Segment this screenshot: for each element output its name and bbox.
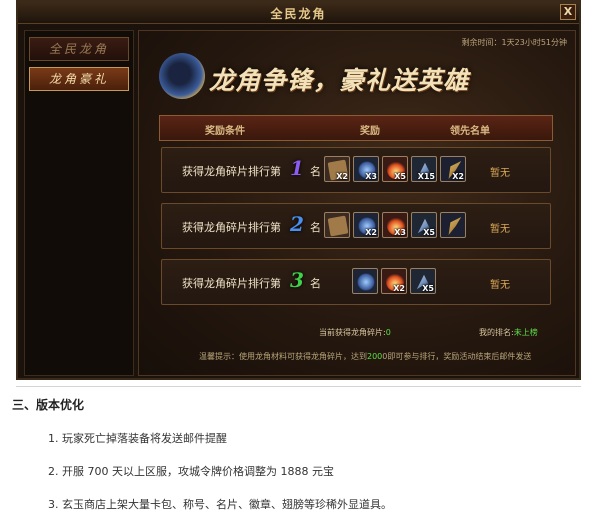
table-header: 奖励条件 奖励 领先名单 [159,115,553,141]
leader-status: 暂无 [490,280,510,291]
header-leader: 领先名单 [450,126,490,137]
gem-icon[interactable]: X2 [353,212,379,238]
leader-status: 暂无 [490,224,510,235]
bird-icon[interactable]: X5 [410,268,436,294]
my-rank: 我的排名:未上榜 [479,328,538,337]
rank-number: 3 [290,268,304,292]
rank-suffix: 名 [310,221,321,234]
reward-quantity: X3 [365,172,377,181]
fire-orb-icon[interactable]: X3 [382,212,408,238]
window-titlebar: 全民龙角 X [18,2,579,24]
table-row: 获得龙角碎片排行第 1 名 X2 X3 X5 X15 X2 暂无 [161,147,551,193]
close-button[interactable]: X [560,4,576,20]
reward-quantity: X5 [394,172,406,181]
banner-title: 龙角争锋，豪礼送英雄 [209,66,470,95]
icon-shape [357,273,375,291]
rank-suffix: 名 [310,277,321,290]
gem-icon[interactable] [352,268,378,294]
fire-orb-icon[interactable]: X2 [381,268,407,294]
feather-icon[interactable]: X2 [440,156,466,182]
header-condition: 奖励条件 [205,126,245,137]
rank-number: 2 [290,212,304,236]
row-condition-label: 获得龙角碎片排行第 [182,221,281,234]
leader-status: 暂无 [490,168,510,179]
event-banner: 龙角争锋，豪礼送英雄 [159,53,569,105]
list-item: 1. 玩家死亡掉落装备将发送邮件提醒 [48,432,227,445]
countdown-timer: 剩余时间：1天23小时51分钟 [461,38,567,47]
reward-table: 奖励条件 奖励 领先名单 获得龙角碎片排行第 1 名 X2 X3 X5 X15 X2 暂无 获得龙… [159,115,553,335]
icon-shape [448,217,462,235]
list-item: 3. 玄玉商店上架大量卡包、称号、名片、徽章、翅膀等珍稀外显道具。 [48,498,392,511]
section-heading: 三、版本优化 [12,398,85,412]
list-item: 2. 开服 700 天以上区服，攻城令牌价格调整为 1888 元宝 [48,465,334,478]
rank-number: 1 [290,156,304,180]
moon-emblem-icon [159,53,205,99]
main-panel: 剩余时间：1天23小时51分钟 龙角争锋，豪礼送英雄 奖励条件 奖励 领先名单 … [138,30,576,376]
book-icon[interactable] [324,212,350,238]
table-row: 获得龙角碎片排行第 3 名 X2 X5 暂无 [161,259,551,305]
reward-quantity: X2 [393,284,405,293]
sidebar: 全民龙角 龙角豪礼 [24,30,134,376]
row-condition-label: 获得龙角碎片排行第 [182,165,281,178]
divider [16,386,581,387]
reward-quantity: X2 [452,172,464,181]
rank-suffix: 名 [310,165,321,178]
feather-icon[interactable] [440,212,466,238]
progress-line: 当前获得龙角碎片:0 我的排名:未上榜 [139,327,577,341]
gem-icon[interactable]: X3 [353,156,379,182]
reward-quantity: X15 [417,172,435,181]
book-icon[interactable]: X2 [324,156,350,182]
reward-quantity: X5 [423,228,435,237]
bird-icon[interactable]: X5 [411,212,437,238]
sidebar-item-longjiao-haoli[interactable]: 龙角豪礼 [29,67,129,91]
reward-quantity: X2 [336,172,348,181]
fire-orb-icon[interactable]: X5 [382,156,408,182]
tip-text: 温馨提示：使用龙角材料可获得龙角碎片，达到2000即可参与排行，奖励活动结束后邮… [199,352,532,361]
current-fragments: 当前获得龙角碎片:0 [319,328,391,337]
table-row: 获得龙角碎片排行第 2 名 X2 X3 X5 暂无 [161,203,551,249]
header-reward: 奖励 [360,126,380,137]
sidebar-item-quanmin-longjiao[interactable]: 全民龙角 [29,37,129,61]
window-title: 全民龙角 [270,7,327,21]
reward-quantity: X5 [422,284,434,293]
row-condition-label: 获得龙角碎片排行第 [182,277,281,290]
icon-shape [327,215,349,237]
reward-quantity: X3 [394,228,406,237]
reward-quantity: X2 [365,228,377,237]
bird-icon[interactable]: X15 [411,156,437,182]
event-window: 全民龙角 X 全民龙角 龙角豪礼 剩余时间：1天23小时51分钟 龙角争锋，豪礼… [16,0,581,380]
